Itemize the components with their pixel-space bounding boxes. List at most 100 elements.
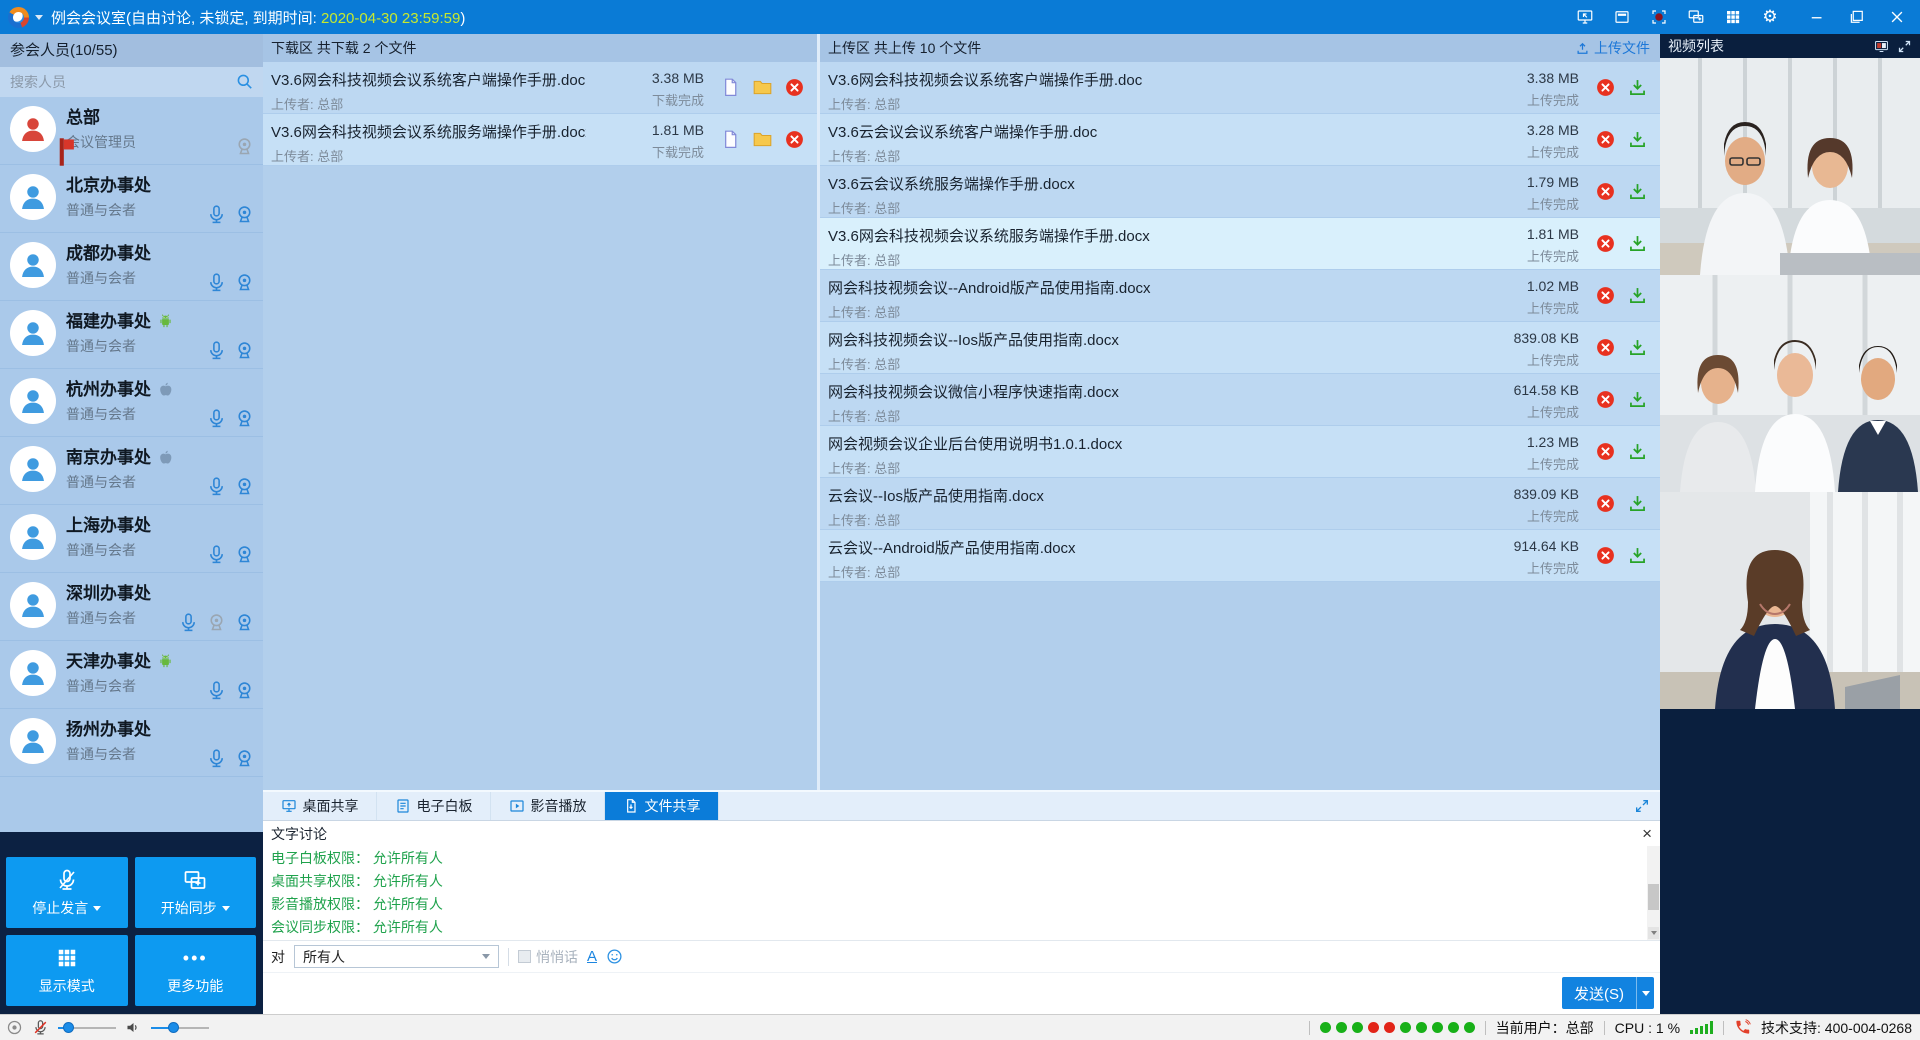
upload-file-row[interactable]: 网会科技视频会议微信小程序快速指南.docx 上传者: 总部 614.58 KB… bbox=[820, 374, 1660, 426]
participant-row[interactable]: 上海办事处 普通与会者 bbox=[0, 505, 263, 573]
minimize-button[interactable] bbox=[1808, 8, 1826, 26]
tab-desktop-share[interactable]: 桌面共享 bbox=[263, 792, 377, 820]
search-icon[interactable] bbox=[235, 72, 254, 91]
scrollbar-down-arrow[interactable] bbox=[1648, 927, 1659, 939]
participant-row[interactable]: 总部 会议管理员 bbox=[0, 97, 263, 165]
tab-media-play[interactable]: 影音播放 bbox=[491, 792, 605, 820]
settings-gear-icon[interactable]: ⚙ bbox=[1761, 8, 1779, 26]
microphone-icon[interactable] bbox=[206, 204, 227, 225]
font-style-button[interactable]: A bbox=[587, 948, 597, 965]
record-icon[interactable] bbox=[1650, 8, 1668, 26]
tab-file-share[interactable]: 文件共享 bbox=[605, 792, 719, 820]
whisper-checkbox[interactable] bbox=[518, 950, 531, 963]
open-file-icon[interactable] bbox=[720, 129, 741, 150]
speaker-icon[interactable] bbox=[125, 1019, 142, 1036]
download-file-icon[interactable] bbox=[1627, 129, 1648, 150]
microphone-icon[interactable] bbox=[206, 272, 227, 293]
emoji-icon[interactable] bbox=[606, 948, 623, 965]
webcam-disabled-icon[interactable] bbox=[206, 612, 227, 633]
delete-file-icon[interactable] bbox=[1595, 389, 1616, 410]
download-file-icon[interactable] bbox=[1627, 441, 1648, 462]
delete-file-icon[interactable] bbox=[1595, 285, 1616, 306]
close-chat-icon[interactable]: × bbox=[1642, 825, 1652, 842]
download-file-icon[interactable] bbox=[1627, 233, 1648, 254]
maximize-button[interactable] bbox=[1848, 8, 1866, 26]
webcam-icon[interactable] bbox=[234, 272, 255, 293]
window-mode-icon[interactable] bbox=[1613, 8, 1631, 26]
microphone-icon[interactable] bbox=[206, 408, 227, 429]
screen-share-icon[interactable] bbox=[1576, 8, 1594, 26]
webcam-icon[interactable] bbox=[234, 476, 255, 497]
caret-down-icon[interactable] bbox=[93, 906, 101, 911]
scrollbar-thumb[interactable] bbox=[1648, 884, 1659, 910]
sync-screens-icon[interactable] bbox=[1687, 8, 1705, 26]
tab-whiteboard[interactable]: 电子白板 bbox=[377, 792, 491, 820]
video-thumbnail[interactable] bbox=[1660, 492, 1920, 709]
send-button[interactable]: 发送(S) bbox=[1562, 977, 1654, 1009]
record-target-icon[interactable] bbox=[6, 1019, 23, 1036]
upload-file-row[interactable]: 网会科技视频会议--Android版产品使用指南.docx 上传者: 总部 1.… bbox=[820, 270, 1660, 322]
video-thumbnail[interactable] bbox=[1660, 275, 1920, 492]
microphone-icon[interactable] bbox=[206, 340, 227, 361]
webcam-icon[interactable] bbox=[234, 612, 255, 633]
layout-grid-icon[interactable] bbox=[1724, 8, 1742, 26]
upload-file-row[interactable]: V3.6网会科技视频会议系统客户端操作手册.doc 上传者: 总部 3.38 M… bbox=[820, 62, 1660, 114]
download-file-icon[interactable] bbox=[1627, 77, 1648, 98]
expand-panel-icon[interactable] bbox=[1634, 798, 1650, 814]
webcam-icon[interactable] bbox=[234, 408, 255, 429]
participant-row[interactable]: 北京办事处 普通与会者 bbox=[0, 165, 263, 233]
participant-row[interactable]: 扬州办事处 普通与会者 bbox=[0, 709, 263, 777]
close-button[interactable] bbox=[1888, 8, 1906, 26]
participant-row[interactable]: 成都办事处 普通与会者 bbox=[0, 233, 263, 301]
video-layout-icon[interactable] bbox=[1874, 39, 1889, 54]
open-folder-icon[interactable] bbox=[752, 77, 773, 98]
open-file-icon[interactable] bbox=[720, 77, 741, 98]
delete-file-icon[interactable] bbox=[1595, 493, 1616, 514]
mic-muted-icon[interactable] bbox=[32, 1019, 49, 1036]
webcam-icon[interactable] bbox=[234, 340, 255, 361]
chat-scrollbar[interactable] bbox=[1647, 846, 1660, 940]
send-options-caret[interactable] bbox=[1636, 977, 1654, 1009]
search-input[interactable] bbox=[0, 74, 263, 90]
recipient-select[interactable]: 所有人 bbox=[294, 945, 499, 968]
microphone-icon[interactable] bbox=[206, 680, 227, 701]
microphone-icon[interactable] bbox=[206, 476, 227, 497]
delete-file-icon[interactable] bbox=[1595, 337, 1616, 358]
open-folder-icon[interactable] bbox=[752, 129, 773, 150]
more-functions-button[interactable]: ••• 更多功能 bbox=[135, 935, 257, 1006]
upload-file-row[interactable]: 云会议--Ios版产品使用指南.docx 上传者: 总部 839.09 KB 上… bbox=[820, 478, 1660, 530]
delete-file-icon[interactable] bbox=[1595, 233, 1616, 254]
webcam-icon[interactable] bbox=[234, 680, 255, 701]
microphone-icon[interactable] bbox=[178, 612, 199, 633]
participant-row[interactable]: 杭州办事处 普通与会者 bbox=[0, 369, 263, 437]
video-thumbnail[interactable] bbox=[1660, 58, 1920, 275]
microphone-icon[interactable] bbox=[206, 544, 227, 565]
room-menu-chevron-icon[interactable] bbox=[35, 15, 43, 20]
webcam-disabled-icon[interactable] bbox=[234, 136, 255, 157]
display-mode-button[interactable]: 显示模式 bbox=[6, 935, 128, 1006]
start-sync-button[interactable]: 开始同步 bbox=[135, 857, 257, 928]
delete-file-icon[interactable] bbox=[784, 77, 805, 98]
upload-file-row[interactable]: V3.6云会议系统服务端操作手册.docx 上传者: 总部 1.79 MB 上传… bbox=[820, 166, 1660, 218]
delete-file-icon[interactable] bbox=[1595, 545, 1616, 566]
download-file-icon[interactable] bbox=[1627, 545, 1648, 566]
expand-video-icon[interactable] bbox=[1897, 39, 1912, 54]
download-file-icon[interactable] bbox=[1627, 285, 1648, 306]
download-file-icon[interactable] bbox=[1627, 493, 1648, 514]
stop-speaking-button[interactable]: 停止发言 bbox=[6, 857, 128, 928]
webcam-icon[interactable] bbox=[234, 748, 255, 769]
microphone-icon[interactable] bbox=[206, 748, 227, 769]
upload-file-row[interactable]: V3.6网会科技视频会议系统服务端操作手册.docx 上传者: 总部 1.81 … bbox=[820, 218, 1660, 270]
participant-row[interactable]: 天津办事处 普通与会者 bbox=[0, 641, 263, 709]
download-file-icon[interactable] bbox=[1627, 337, 1648, 358]
participant-row[interactable]: 深圳办事处 普通与会者 bbox=[0, 573, 263, 641]
delete-file-icon[interactable] bbox=[1595, 181, 1616, 202]
message-input-area[interactable]: 发送(S) bbox=[263, 972, 1660, 1014]
mic-volume-slider[interactable] bbox=[58, 1027, 116, 1029]
upload-file-row[interactable]: 云会议--Android版产品使用指南.docx 上传者: 总部 914.64 … bbox=[820, 530, 1660, 582]
delete-file-icon[interactable] bbox=[784, 129, 805, 150]
participant-row[interactable]: 福建办事处 普通与会者 bbox=[0, 301, 263, 369]
delete-file-icon[interactable] bbox=[1595, 441, 1616, 462]
speaker-volume-slider[interactable] bbox=[151, 1027, 209, 1029]
delete-file-icon[interactable] bbox=[1595, 129, 1616, 150]
